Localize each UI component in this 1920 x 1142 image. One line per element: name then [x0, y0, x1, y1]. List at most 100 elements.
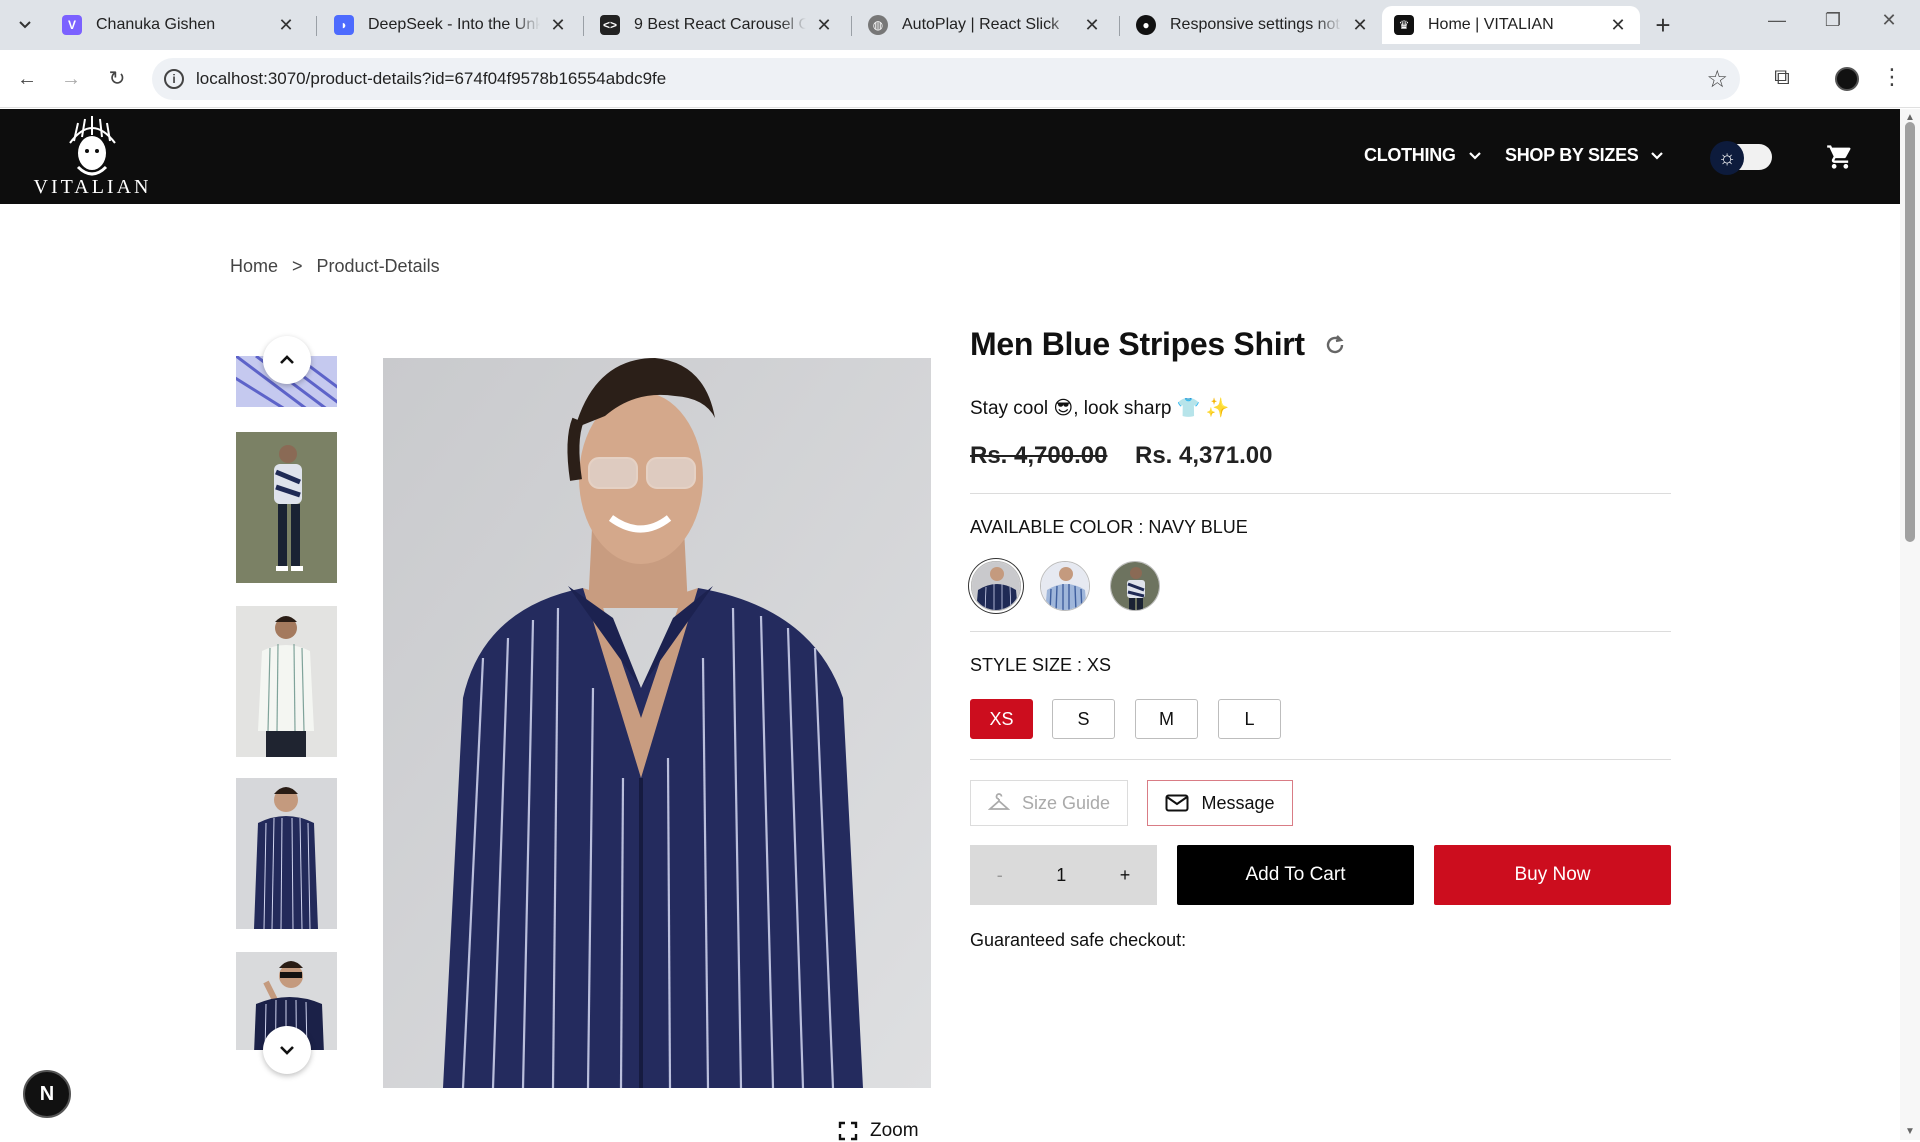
- tab-title: DeepSeek - Into the Unknown: [368, 16, 540, 33]
- github-icon: ●: [1136, 15, 1156, 35]
- breadcrumb: Home > Product-Details: [230, 256, 440, 277]
- thumbnail-image[interactable]: [236, 778, 337, 929]
- sale-price: Rs. 4,371.00: [1135, 442, 1273, 469]
- chevron-down-icon: [19, 21, 31, 29]
- quantity-increment-button[interactable]: +: [1120, 865, 1131, 886]
- size-option-l[interactable]: L: [1218, 699, 1281, 739]
- browser-tab[interactable]: ◍ AutoPlay | React Slick ✕: [856, 6, 1114, 44]
- thumbnail-image[interactable]: [236, 432, 337, 583]
- extensions-icon[interactable]: ⧉: [1767, 64, 1797, 90]
- restore-icon[interactable]: ❐: [1810, 10, 1856, 31]
- expand-icon: [838, 1121, 858, 1141]
- logo-wordmark: VITALIAN: [33, 176, 152, 198]
- theme-toggle[interactable]: ☼: [1710, 141, 1772, 175]
- zoom-label: Zoom: [870, 1120, 919, 1141]
- quantity-value[interactable]: 1: [1056, 865, 1066, 886]
- chevron-down-icon: [280, 1046, 294, 1055]
- back-icon[interactable]: ←: [14, 66, 40, 92]
- vitalian-icon: ♛: [1394, 15, 1414, 35]
- forward-icon[interactable]: →: [58, 66, 84, 92]
- close-icon[interactable]: ✕: [548, 15, 568, 36]
- browser-tab[interactable]: ◗ DeepSeek - Into the Unknown ✕: [322, 6, 580, 44]
- message-button[interactable]: Message: [1147, 780, 1293, 826]
- thumbnail-carousel: [236, 356, 338, 1050]
- product-title-text: Men Blue Stripes Shirt: [970, 326, 1305, 362]
- tab-divider: [1119, 16, 1120, 36]
- divider: [970, 631, 1671, 632]
- thumbnail-image[interactable]: [236, 606, 337, 757]
- menu-shop-by-sizes[interactable]: SHOP BY SIZES: [1505, 145, 1664, 166]
- thumbnail-prev-button[interactable]: [263, 336, 311, 384]
- menu-clothing[interactable]: CLOTHING: [1364, 145, 1482, 166]
- size-option-s[interactable]: S: [1052, 699, 1115, 739]
- tab-divider: [583, 16, 584, 36]
- address-bar[interactable]: i localhost:3070/product-details?id=674f…: [152, 58, 1740, 100]
- size-option-m[interactable]: M: [1135, 699, 1198, 739]
- browser-tabstrip: V Chanuka Gishen ✕ ◗ DeepSeek - Into the…: [0, 0, 1920, 50]
- url-text[interactable]: localhost:3070/product-details?id=674f04…: [196, 69, 666, 89]
- tab-title: Home | VITALIAN: [1428, 16, 1554, 33]
- site-info-icon[interactable]: i: [164, 69, 184, 89]
- browser-toolbar: ← → ↻ i localhost:3070/product-details?i…: [0, 50, 1920, 108]
- size-guide-button[interactable]: Size Guide: [970, 780, 1128, 826]
- breadcrumb-home[interactable]: Home: [230, 256, 278, 277]
- color-swatch-navy-print[interactable]: [1110, 561, 1160, 611]
- add-to-cart-button[interactable]: Add To Cart: [1177, 845, 1414, 905]
- chevron-down-icon: [1651, 151, 1664, 160]
- tab-title: Chanuka Gishen: [96, 16, 216, 33]
- close-icon[interactable]: ✕: [1350, 15, 1370, 36]
- scroll-up-icon[interactable]: ▲: [1904, 112, 1916, 123]
- new-tab-button[interactable]: +: [1650, 12, 1676, 38]
- close-icon[interactable]: ✕: [814, 15, 834, 36]
- more-menu-icon[interactable]: ⋮: [1877, 64, 1907, 90]
- size-option-xs[interactable]: XS: [970, 699, 1033, 739]
- menu-label: SHOP BY SIZES: [1505, 145, 1639, 165]
- close-icon[interactable]: ✕: [276, 15, 296, 36]
- whale-icon: ◗: [334, 15, 354, 35]
- reload-icon[interactable]: ↻: [104, 66, 130, 92]
- browser-tab[interactable]: <> 9 Best React Carousel Components ✕: [588, 6, 846, 44]
- zoom-button[interactable]: Zoom: [838, 1120, 919, 1142]
- browser-tab[interactable]: V Chanuka Gishen ✕: [50, 6, 308, 44]
- code-icon: <>: [600, 15, 620, 35]
- main-product-image[interactable]: [383, 358, 931, 1088]
- buy-now-button[interactable]: Buy Now: [1434, 845, 1671, 905]
- product-tagline: Stay cool 😎, look sharp 👕 ✨: [970, 398, 1230, 419]
- thumbnail-next-button[interactable]: [263, 1026, 311, 1074]
- scroll-down-icon[interactable]: ▼: [1904, 1126, 1916, 1137]
- size-guide-label: Size Guide: [1021, 792, 1111, 813]
- v-logo-icon: V: [62, 15, 82, 35]
- tab-divider: [316, 16, 317, 36]
- menu-label: CLOTHING: [1364, 145, 1456, 165]
- color-label: AVAILABLE COLOR : NAVY BLUE: [970, 517, 1248, 537]
- breadcrumb-separator: >: [292, 256, 303, 276]
- cart-icon[interactable]: [1826, 143, 1854, 171]
- close-icon[interactable]: ✕: [1608, 15, 1628, 36]
- tab-title: AutoPlay | React Slick: [902, 16, 1060, 33]
- quantity-decrement-button[interactable]: -: [997, 865, 1003, 886]
- nextjs-dev-badge[interactable]: N: [23, 1070, 71, 1118]
- divider: [970, 759, 1671, 760]
- scrollbar-thumb[interactable]: [1905, 122, 1915, 542]
- tab-search-button[interactable]: [12, 12, 38, 38]
- size-label: STYLE SIZE : XS: [970, 655, 1112, 675]
- mail-icon: [1165, 794, 1189, 812]
- color-swatch-light-blue[interactable]: [1040, 561, 1090, 611]
- minimize-icon[interactable]: —: [1754, 10, 1800, 31]
- browser-tab[interactable]: ● Responsive settings not working ✕: [1124, 6, 1382, 44]
- color-swatch-navy[interactable]: [971, 561, 1021, 611]
- safe-checkout-text: Guaranteed safe checkout:: [970, 930, 1187, 950]
- product-title: Men Blue Stripes Shirt: [970, 326, 1347, 363]
- profile-avatar[interactable]: [1835, 67, 1859, 91]
- warrior-head-icon: [69, 116, 116, 176]
- site-logo[interactable]: VITALIAN: [30, 113, 155, 201]
- message-label: Message: [1201, 792, 1275, 813]
- refresh-icon[interactable]: [1323, 333, 1347, 357]
- tab-divider: [851, 16, 852, 36]
- bookmark-star-icon[interactable]: ☆: [1706, 65, 1728, 94]
- close-icon[interactable]: ✕: [1082, 15, 1102, 36]
- globe-icon: ◍: [868, 15, 888, 35]
- close-window-icon[interactable]: ✕: [1866, 10, 1912, 31]
- hanger-icon: [987, 793, 1010, 810]
- browser-tab-active[interactable]: ♛ Home | VITALIAN ✕: [1382, 6, 1640, 44]
